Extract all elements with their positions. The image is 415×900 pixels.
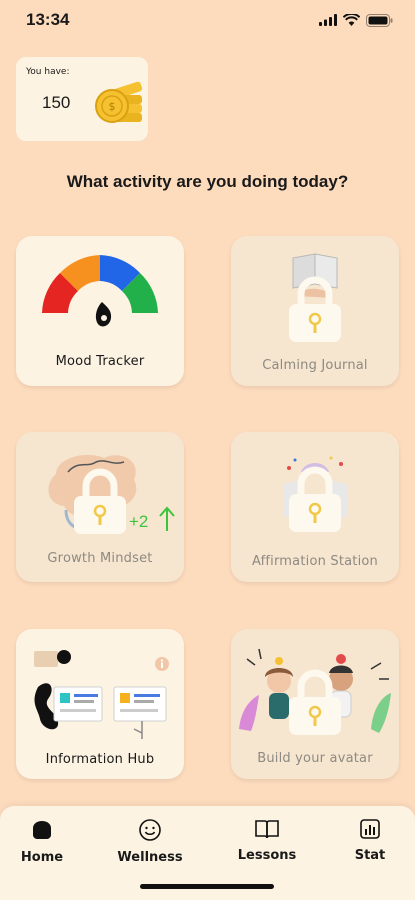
nav-label: Home (20, 850, 64, 865)
lock-icon (289, 276, 341, 342)
nav-label: Wellness (117, 850, 183, 865)
activity-calming-journal[interactable]: Calming Journal (231, 236, 399, 386)
activity-affirmation-station[interactable]: • • Affirmation Station (231, 432, 399, 582)
activity-mood-tracker[interactable]: Mood Tracker (16, 236, 184, 386)
coin-stack-icon: $ (95, 81, 143, 123)
tile-label: Affirmation Station (252, 554, 378, 569)
mood-gauge-icon (42, 255, 158, 327)
home-icon (33, 821, 51, 839)
nav-lessons[interactable]: Lessons (227, 818, 307, 863)
svg-text:$: $ (109, 100, 116, 113)
wallet-card: You have: 150 $ (16, 57, 148, 141)
tile-label: Mood Tracker (55, 354, 145, 369)
home-indicator (140, 884, 274, 889)
tile-label: Information Hub (45, 752, 155, 767)
activity-growth-mindset[interactable]: +2 Growth Mindset (16, 432, 184, 582)
arrow-up-icon (159, 506, 175, 531)
tile-label: Calming Journal (262, 358, 368, 373)
status-time: 13:34 (26, 10, 70, 29)
wallet-amount: 150 (42, 93, 71, 112)
nav-wellness[interactable]: Wellness (110, 818, 190, 865)
tile-label: Build your avatar (257, 751, 373, 766)
nav-home[interactable]: Home (2, 818, 82, 865)
lock-icon (289, 466, 341, 532)
battery-icon (366, 13, 393, 27)
nav-label: Lessons (237, 848, 297, 863)
cellular-signal-icon (319, 14, 337, 26)
nav-label: Stat (354, 848, 386, 863)
growth-badge: +2 (129, 512, 149, 531)
status-icons (319, 13, 393, 27)
status-bar: 13:34 (0, 0, 415, 40)
lock-icon (289, 669, 341, 735)
smiley-icon (139, 819, 161, 841)
activity-information-hub[interactable]: Information Hub (16, 629, 184, 779)
information-hub-icon (34, 650, 167, 739)
tile-label: Growth Mindset (47, 551, 153, 566)
activity-build-avatar[interactable]: Build your avatar (231, 629, 399, 779)
nav-stat[interactable]: Stat (330, 818, 410, 863)
stats-icon (360, 819, 380, 839)
book-icon (255, 820, 279, 839)
wallet-label: You have: (26, 67, 70, 77)
info-icon (155, 657, 169, 671)
wifi-icon (343, 14, 360, 26)
activity-prompt: What activity are you doing today? (66, 172, 349, 191)
